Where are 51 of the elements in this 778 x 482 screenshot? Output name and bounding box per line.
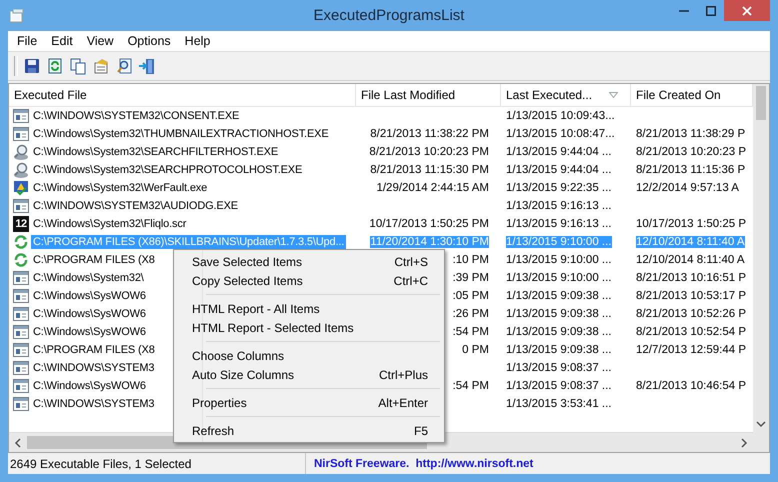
shortcut-label: Ctrl+Plus <box>378 368 428 382</box>
table-cell: 1/13/2015 9:10:00 ... <box>506 236 612 248</box>
table-cell: 1/13/2015 9:09:38 ... <box>506 308 612 320</box>
table-cell: 1/13/2015 9:08:37 ... <box>506 362 612 374</box>
window-title: ExecutedProgramsList <box>314 7 464 24</box>
table-cell: 0 PM <box>462 344 489 356</box>
table-cell: 1/13/2015 9:44:04 ... <box>506 164 612 176</box>
shortcut-label: Ctrl+S <box>394 254 428 268</box>
shortcut-label: Alt+Enter <box>378 396 428 410</box>
table-cell: 1/13/2015 3:53:41 ... <box>506 398 612 410</box>
table-cell: 10/17/2013 1:50:25 P <box>636 218 746 230</box>
table-cell: 1/13/2015 10:08:47... <box>506 128 615 140</box>
table-cell: 1/13/2015 9:09:38 ... <box>506 326 612 338</box>
table-cell: :26 PM <box>452 308 489 320</box>
table-cell: 8/21/2013 10:52:54 P <box>636 326 746 338</box>
table-cell: 1/13/2015 9:44:04 ... <box>506 146 612 158</box>
table-cell: 8/21/2013 11:15:36 P <box>636 164 746 176</box>
table-cell: 8/21/2013 10:16:51 P <box>636 272 746 284</box>
table-cell: :05 PM <box>452 290 489 302</box>
table-cell: 8/21/2013 10:53:17 P <box>636 290 746 302</box>
table-cell: 8/21/2013 11:38:22 PM <box>370 128 489 140</box>
table-cell: :54 PM <box>452 380 489 392</box>
table-cell: 12/7/2013 12:59:44 P <box>636 344 746 356</box>
shortcut-label: Ctrl+C <box>394 274 428 288</box>
table-cell: 8/21/2013 11:38:29 P <box>636 128 746 140</box>
table-cell: 8/21/2013 10:20:23 P <box>636 146 746 158</box>
table-cell: 1/13/2015 9:16:13 ... <box>506 218 612 230</box>
table-cell: 1/13/2015 10:09:43... <box>506 110 615 122</box>
table-cell: 1/13/2015 9:10:00 ... <box>506 254 612 266</box>
table-cell: 8/21/2013 11:15:30 PM <box>370 164 489 176</box>
table-cell: 8/21/2013 10:52:26 P <box>636 308 746 320</box>
table-cell: :54 PM <box>452 326 489 338</box>
shortcut-label: F5 <box>414 424 428 438</box>
table-cell: 1/13/2015 9:09:38 ... <box>506 290 612 302</box>
table-cell: 1/29/2014 2:44:15 AM <box>376 182 489 194</box>
table-cell: :10 PM <box>452 254 489 266</box>
table-cell: 12/10/2014 8:11:40 A <box>636 254 744 266</box>
table-cell: 12/2/2014 9:57:13 A <box>636 182 739 194</box>
status-text: 2649 Executable Files, 1 Selected <box>10 456 192 470</box>
table-cell: 8/21/2013 10:20:23 PM <box>369 146 489 158</box>
table-cell: 1/13/2015 9:09:38 ... <box>506 344 612 356</box>
table-cell: 12/10/2014 8:11:40 A <box>636 236 744 248</box>
table-cell: 10/17/2013 1:50:25 PM <box>369 218 489 230</box>
table-cell: :39 PM <box>452 272 489 284</box>
table-cell: 1/13/2015 9:16:13 ... <box>506 200 612 212</box>
table-cell: 1/13/2015 9:22:35 ... <box>506 182 612 194</box>
table-cell: 8/21/2013 10:46:54 P <box>636 380 746 392</box>
table-cell: 1/13/2015 9:08:37 ... <box>506 380 612 392</box>
clock-badge-icon: 12 <box>13 216 29 232</box>
table-cell: 1/13/2015 9:10:00 ... <box>506 272 612 284</box>
table-cell: 11/20/2014 1:30:10 PM <box>370 236 489 248</box>
